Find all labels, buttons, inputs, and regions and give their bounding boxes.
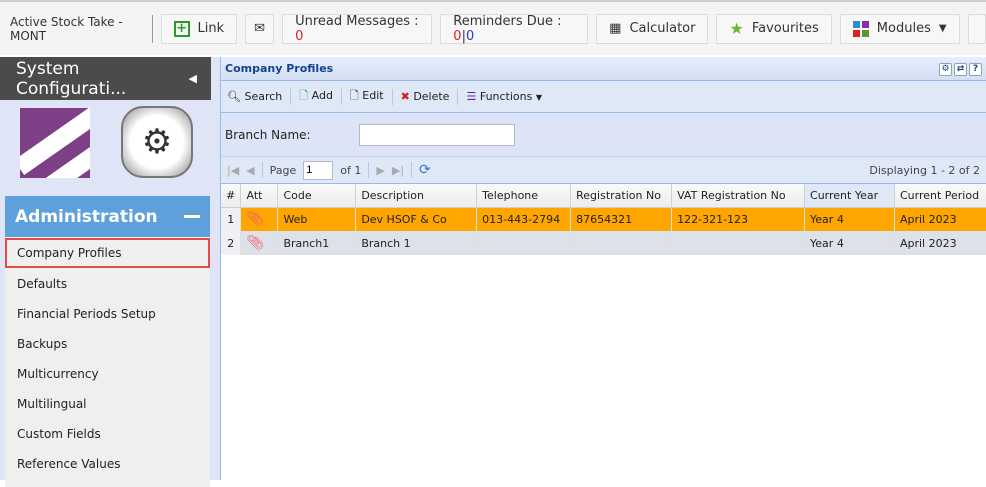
- panel-title: Company Profiles: [225, 62, 334, 75]
- menu-icon: ☰: [466, 90, 477, 103]
- branch-name-label: Branch Name:: [225, 127, 311, 142]
- sidebar-item-defaults[interactable]: Defaults: [5, 269, 210, 299]
- table-row[interactable]: 2 📎︎ Branch1 Branch 1 Year 4 April 2023: [221, 231, 986, 255]
- table-cell: 1: [221, 207, 242, 231]
- table-cell: Branch 1: [355, 231, 478, 255]
- active-stock-take-label: Active Stock Take - MONT: [10, 14, 153, 43]
- collapse-icon[interactable]: [184, 215, 200, 218]
- company-logo: [20, 108, 90, 178]
- calculator-button[interactable]: ▦ Calculator: [596, 13, 709, 44]
- table-cell: Year 4: [804, 207, 895, 231]
- add-document-icon: 🗋: [299, 89, 309, 102]
- company-profiles-grid: # Att Code Description Telephone Registration…: [221, 184, 986, 255]
- calculator-icon: ▦: [609, 21, 622, 36]
- next-page-icon[interactable]: ▶: [376, 164, 384, 177]
- sidebar-header: System Configurati... ◀: [0, 57, 211, 100]
- table-cell: [476, 231, 572, 255]
- table-cell: 013-443-2794: [476, 207, 572, 231]
- table-cell: Branch1: [277, 231, 357, 255]
- edit-document-icon: 🗋: [349, 89, 359, 102]
- help-icon[interactable]: ?: [969, 63, 982, 76]
- column-header[interactable]: Telephone: [476, 184, 572, 208]
- prev-page-icon[interactable]: ◀: [246, 164, 254, 177]
- last-page-icon[interactable]: ▶|: [392, 164, 404, 177]
- refresh-icon[interactable]: ⟳: [419, 162, 431, 178]
- gear-icon[interactable]: ⚙: [939, 63, 952, 76]
- delete-button[interactable]: ✖ Delete: [401, 90, 450, 103]
- page-input[interactable]: [303, 160, 334, 180]
- link-button[interactable]: + Link: [160, 13, 238, 44]
- favourites-button[interactable]: ★ Favourites: [716, 13, 832, 44]
- administration-section-header[interactable]: Administration: [5, 196, 210, 237]
- company-profiles-panel: Company Profiles ⚙ ⇄? 🔍︎ Search 🗋 Add 🗋 Ed…: [220, 57, 986, 480]
- delete-icon: ✖: [400, 90, 410, 103]
- sidebar-splitter[interactable]: [211, 57, 220, 480]
- add-button[interactable]: 🗋 Add: [299, 87, 333, 106]
- sidebar-item-multilingual[interactable]: Multilingual: [5, 389, 210, 419]
- column-header[interactable]: Current Period: [894, 184, 986, 208]
- reminders-button[interactable]: Reminders Due : 0|0: [440, 13, 589, 44]
- sidebar-item-reference-values[interactable]: Reference Values: [5, 449, 210, 479]
- table-cell: 87654321: [570, 207, 673, 231]
- refresh-icon[interactable]: ⇄: [954, 63, 967, 76]
- attachment-icon: 📎︎: [240, 231, 279, 255]
- table-cell: April 2023: [894, 207, 986, 231]
- column-header[interactable]: Description: [355, 184, 478, 208]
- chevron-down-icon: ▼: [535, 93, 543, 102]
- sidebar-item-financial-periods-setup[interactable]: Financial Periods Setup: [5, 299, 210, 329]
- table-cell: [671, 231, 806, 255]
- column-header[interactable]: Att: [240, 184, 279, 208]
- table-cell: Dev HSOF & Co: [355, 207, 478, 231]
- star-icon: ★: [729, 19, 744, 38]
- collapse-left-icon[interactable]: ◀: [189, 72, 197, 85]
- column-header[interactable]: Current Year: [804, 184, 895, 208]
- search-button[interactable]: 🔍︎ Search: [227, 90, 282, 103]
- search-icon: 🔍︎: [227, 90, 241, 103]
- sidebar-item-multicurrency[interactable]: Multicurrency: [5, 359, 210, 389]
- mail-button[interactable]: ✉: [245, 13, 275, 44]
- column-header[interactable]: Registration No: [570, 184, 673, 208]
- table-cell: [570, 231, 673, 255]
- sidebar-item-company-profiles[interactable]: Company Profiles: [5, 238, 210, 268]
- column-header[interactable]: Code: [277, 184, 357, 208]
- more-button[interactable]: [967, 13, 986, 44]
- plus-icon: +: [173, 20, 190, 37]
- table-cell: 122-321-123: [671, 207, 806, 231]
- sidebar-item-backups[interactable]: Backups: [5, 329, 210, 359]
- first-page-icon[interactable]: |◀: [227, 164, 239, 177]
- branch-name-input[interactable]: [358, 123, 515, 146]
- table-cell: 2: [221, 231, 242, 255]
- table-cell: Year 4: [804, 231, 895, 255]
- chevron-down-icon: ▼: [938, 23, 947, 34]
- modules-icon: [852, 20, 869, 37]
- column-header[interactable]: #: [221, 184, 242, 208]
- displaying-count: Displaying 1 - 2 of 2: [869, 163, 980, 177]
- top-toolbar: Active Stock Take - MONT + Link ✉ Unread …: [0, 0, 986, 55]
- unread-messages-button[interactable]: Unread Messages : 0: [282, 13, 433, 44]
- functions-button[interactable]: ☰ Functions ▼: [466, 90, 542, 103]
- sidebar-item-custom-fields[interactable]: Custom Fields: [5, 419, 210, 449]
- settings-icon: ⚙: [121, 106, 193, 178]
- sidebar: System Configurati... ◀ ⚙ Administration …: [0, 57, 211, 487]
- attachment-icon: 📎︎: [240, 207, 279, 231]
- mail-icon: ✉: [254, 21, 266, 36]
- table-cell: Web: [277, 207, 357, 231]
- column-header[interactable]: VAT Registration No: [671, 184, 806, 208]
- pagination-bar: |◀◀ Pageof 1 ▶▶| ⟳ Displaying 1 - 2 of 2: [221, 157, 986, 184]
- modules-button[interactable]: Modules ▼: [839, 13, 960, 44]
- edit-button[interactable]: 🗋 Edit: [350, 87, 384, 106]
- table-cell: April 2023: [894, 231, 986, 255]
- table-row[interactable]: 1 📎︎ Web Dev HSOF & Co 013-443-2794 87654321 1…: [221, 207, 986, 231]
